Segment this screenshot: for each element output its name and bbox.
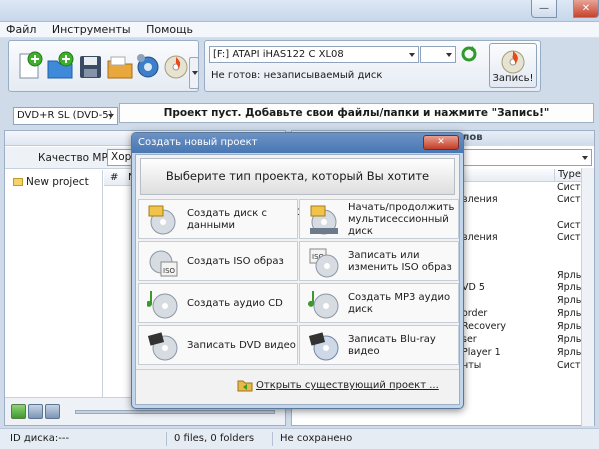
project-tree: New project — [5, 170, 103, 425]
open-folder-icon — [107, 56, 133, 79]
burn-iso-icon: ISO — [309, 248, 339, 278]
settings-icon — [137, 54, 159, 78]
open-project-icon — [237, 380, 253, 392]
play-button[interactable] — [11, 404, 26, 419]
menu-file[interactable]: Файл — [0, 22, 42, 38]
option-label: Создать ISO образ — [187, 256, 284, 267]
option-multisession-disc[interactable]: Начать/продолжить мультисессионный диск — [299, 199, 459, 239]
drive-select[interactable]: [F:] ATAPI iHAS122 C XL08 — [209, 46, 419, 63]
tree-root-label: New project — [26, 176, 89, 188]
option-label: Создать MP3 аудио диск — [348, 292, 451, 315]
data-disc-icon — [148, 205, 176, 235]
status-separator — [272, 432, 273, 446]
open-project-button[interactable] — [105, 49, 135, 83]
option-audio-cd[interactable]: Создать аудио CD — [138, 283, 298, 323]
drive-panel: [F:] ATAPI iHAS122 C XL08 Не готов: неза… — [204, 40, 541, 92]
col-number[interactable]: # — [110, 172, 118, 183]
dialog-question: Выберите тип проекта, который Вы хотите … — [140, 158, 455, 218]
bluray-video-icon — [308, 332, 339, 361]
speed-select[interactable] — [420, 46, 456, 63]
save-button[interactable] — [75, 49, 105, 83]
option-iso-image[interactable]: ISO Создать ISO образ — [138, 241, 298, 281]
close-button[interactable]: ✕ — [573, 0, 599, 18]
dialog-close-button[interactable]: ✕ — [423, 135, 459, 150]
option-label: Записать DVD видео — [187, 340, 296, 351]
title-bar: — ▭ ✕ — [0, 0, 599, 22]
folder-icon — [13, 178, 23, 186]
add-folder-button[interactable] — [45, 49, 75, 83]
burn-icon — [501, 50, 525, 74]
tree-root-item[interactable]: New project — [13, 176, 89, 188]
drive-status: Не готов: незаписываемый диск — [211, 70, 383, 81]
option-bluray-video[interactable]: Записать Blu-ray видео — [299, 325, 459, 365]
svg-text:ISO: ISO — [163, 267, 176, 275]
multisession-disc-icon — [310, 205, 338, 235]
option-label: Создать диск с данными — [187, 208, 267, 231]
menu-help[interactable]: Помощь — [140, 22, 199, 38]
audio-cd-icon — [147, 291, 178, 319]
menu-bar: Файл Инструменты Помощь — [0, 22, 599, 38]
new-project-dialog: Создать новый проект ✕ Выберите тип прое… — [131, 132, 464, 409]
save-icon — [80, 56, 101, 78]
save-status-text: Не сохранено — [280, 433, 353, 444]
disc-id-text: ID диска:--- — [10, 433, 70, 444]
mp3-disc-icon — [308, 291, 339, 319]
type-column[interactable]: Type — [554, 169, 581, 182]
option-label: Записать Blu-ray видео — [348, 334, 436, 357]
status-bar: ID диска:--- 0 files, 0 folders Не сохра… — [0, 428, 599, 449]
add-folder-icon — [47, 51, 74, 79]
project-banner: Проект пуст. Добавьте свои файлы/папки и… — [119, 103, 594, 123]
status-separator — [166, 432, 167, 446]
new-project-button[interactable] — [15, 49, 45, 83]
minimize-button[interactable]: — — [531, 0, 557, 18]
seek-slider[interactable] — [75, 410, 275, 414]
option-label: Начать/продолжить мультисессионный диск — [348, 202, 455, 237]
burn-button[interactable]: Запись! — [489, 43, 537, 88]
refresh-icon[interactable] — [460, 45, 478, 63]
dialog-title: Создать новый проект ✕ — [132, 133, 463, 153]
option-mp3-disc[interactable]: Создать MP3 аудио диск — [299, 283, 459, 323]
dialog-title-text: Создать новый проект — [138, 137, 258, 148]
menu-tools[interactable]: Инструменты — [46, 22, 137, 38]
main-toolbar — [8, 40, 199, 92]
burn-button-label: Запись! — [492, 73, 534, 84]
toolbar-dropdown[interactable] — [189, 57, 199, 89]
disc-type-select[interactable]: DVD+R SL (DVD-5) — [13, 107, 118, 125]
option-burn-iso[interactable]: ISO Записать или изменить ISO образ — [299, 241, 459, 281]
option-dvd-video[interactable]: Записать DVD видео — [138, 325, 298, 365]
dialog-footer: Открыть существующий проект ... — [136, 369, 459, 404]
burn-tool-button[interactable] — [161, 49, 191, 83]
mp3-quality-label: Качество MP3: — [38, 152, 119, 164]
forward-button[interactable] — [28, 404, 43, 419]
iso-image-icon: ISO — [149, 250, 178, 277]
explorer-scrollbar[interactable] — [581, 168, 594, 426]
option-data-disc[interactable]: Создать диск с данными — [138, 199, 298, 239]
new-project-icon — [19, 51, 43, 79]
burn-disc-icon — [164, 55, 188, 79]
dialog-body: Выберите тип проекта, который Вы хотите … — [135, 154, 460, 405]
option-label: Записать или изменить ISO образ — [348, 250, 452, 273]
stop-button[interactable] — [45, 404, 60, 419]
explorer-path-select[interactable] — [462, 149, 592, 166]
option-label: Создать аудио CD — [187, 298, 283, 309]
open-existing-project-link[interactable]: Открыть существующий проект ... — [256, 380, 439, 391]
file-count-text: 0 files, 0 folders — [174, 433, 255, 444]
dvd-video-icon — [147, 332, 178, 361]
settings-button[interactable] — [133, 49, 163, 83]
